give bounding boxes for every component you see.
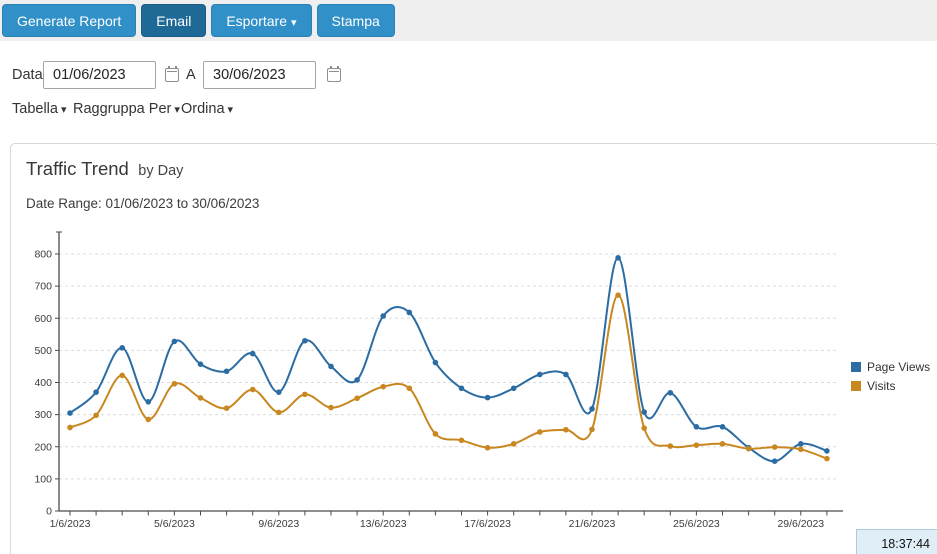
ordina-label: Ordina	[181, 101, 225, 117]
svg-text:17/6/2023: 17/6/2023	[464, 518, 511, 530]
to-label: A	[186, 67, 196, 83]
svg-text:9/6/2023: 9/6/2023	[258, 518, 299, 530]
legend-item-page-views: Page Views	[851, 360, 930, 374]
legend-item-visits: Visits	[851, 379, 930, 393]
calendar-icon[interactable]	[327, 68, 341, 82]
calendar-icon[interactable]	[165, 68, 179, 82]
svg-text:100: 100	[34, 473, 52, 485]
date-filter-row: Data A	[0, 61, 937, 89]
svg-text:500: 500	[34, 345, 52, 357]
caret-down-icon: ▾	[291, 17, 297, 29]
visits-swatch-icon	[851, 381, 861, 391]
email-button[interactable]: Email	[141, 4, 206, 37]
svg-text:29/6/2023: 29/6/2023	[777, 518, 824, 530]
time-value: 18:37:44	[881, 537, 930, 551]
raggruppa-per-dropdown[interactable]: Raggruppa Per▾	[73, 101, 180, 117]
chart-legend: Page Views Visits	[851, 360, 930, 398]
svg-text:600: 600	[34, 313, 52, 325]
svg-text:13/6/2023: 13/6/2023	[360, 518, 407, 530]
time-status-box: 18:37:44	[856, 529, 937, 554]
caret-down-icon: ▾	[228, 104, 234, 116]
esportare-label: Esportare	[226, 13, 287, 29]
svg-text:21/6/2023: 21/6/2023	[569, 518, 616, 530]
traffic-chart: 0 100 200 300 400 500 600 700 800 1/6/2023 5/6/202…	[31, 226, 861, 538]
svg-text:400: 400	[34, 377, 52, 389]
chart-title-suffix: by Day	[138, 163, 183, 179]
chart-title-main: Traffic Trend	[26, 158, 129, 179]
svg-text:800: 800	[34, 249, 52, 261]
ordina-dropdown[interactable]: Ordina▾	[181, 101, 233, 117]
generate-report-button[interactable]: Generate Report	[2, 4, 136, 37]
report-panel: Traffic Trend by Day Date Range: 01/06/2…	[10, 143, 937, 554]
page-views-swatch-icon	[851, 362, 861, 372]
esportare-dropdown-button[interactable]: Esportare ▾	[211, 4, 311, 37]
stampa-button[interactable]: Stampa	[317, 4, 395, 37]
date-from-input[interactable]	[43, 61, 156, 89]
chart-date-range: Date Range: 01/06/2023 to 30/06/2023	[26, 196, 259, 211]
svg-text:25/6/2023: 25/6/2023	[673, 518, 720, 530]
caret-down-icon: ▾	[61, 104, 67, 116]
date-to-input[interactable]	[203, 61, 316, 89]
tabella-label: Tabella	[12, 101, 58, 117]
svg-text:1/6/2023: 1/6/2023	[50, 518, 91, 530]
svg-text:200: 200	[34, 441, 52, 453]
caret-down-icon: ▾	[174, 104, 180, 116]
toolbar: Generate Report Email Esportare ▾ Stampa	[0, 0, 937, 41]
tabella-dropdown[interactable]: Tabella▾	[12, 101, 66, 117]
data-label: Data	[12, 67, 43, 83]
svg-text:0: 0	[46, 506, 52, 518]
legend-label: Visits	[867, 379, 895, 393]
chart-title: Traffic Trend by Day	[26, 158, 183, 180]
svg-text:5/6/2023: 5/6/2023	[154, 518, 195, 530]
raggruppa-per-label: Raggruppa Per	[73, 101, 171, 117]
svg-text:300: 300	[34, 409, 52, 421]
legend-label: Page Views	[867, 360, 930, 374]
svg-text:700: 700	[34, 281, 52, 293]
